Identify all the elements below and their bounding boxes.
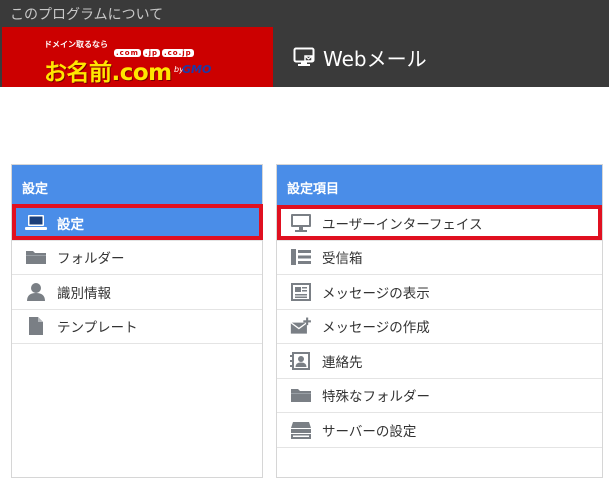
contact-card-icon [290, 351, 312, 371]
settings-items-panel: 設定項目 ユーザーインターフェイス 受信箱 メッセージの表示 メッセージの作成 … [276, 164, 603, 478]
pref-item-message-compose[interactable]: メッセージの作成 [277, 310, 602, 344]
settings-section-panel: 設定 設定 フォルダー 識別情報 テンプレート [11, 164, 263, 478]
section-item-label: テンプレート [57, 320, 138, 337]
pref-item-label: サーバーの設定 [322, 423, 417, 440]
pref-item-label: メッセージの作成 [322, 320, 430, 337]
document-icon [25, 316, 47, 336]
compose-envelope-icon [290, 316, 312, 336]
pref-item-label: 特殊なフォルダー [322, 389, 430, 406]
pref-item-label: ユーザーインターフェイス [322, 216, 483, 233]
about-program-link[interactable]: このプログラムについて [10, 4, 163, 24]
section-item-label: 設定 [57, 216, 84, 233]
logo-gmo: GMO [182, 63, 212, 76]
pref-item-label: 受信箱 [322, 251, 363, 268]
folder-icon [290, 385, 312, 405]
logo-name: お名前.com [44, 60, 172, 86]
message-view-icon [290, 282, 312, 302]
logo-tagline: ドメイン取るなら [44, 40, 108, 49]
section-item-templates[interactable]: テンプレート [12, 310, 262, 344]
pref-item-special-folders[interactable]: 特殊なフォルダー [277, 379, 602, 413]
person-icon [25, 282, 47, 302]
settings-panel-header: 設定 [12, 165, 262, 206]
pref-item-inbox[interactable]: 受信箱 [277, 241, 602, 275]
inbox-list-icon [290, 247, 312, 267]
pref-item-label: メッセージの表示 [322, 285, 430, 302]
section-item-settings[interactable]: 設定 [12, 206, 262, 241]
webmail-monitor-icon [293, 47, 315, 67]
pref-item-label: 連絡先 [322, 354, 363, 371]
app-title: Webメール [323, 47, 427, 71]
monitor-icon [290, 213, 312, 233]
pref-item-user-interface[interactable]: ユーザーインターフェイス [277, 206, 602, 241]
folder-icon [25, 247, 47, 267]
window-titlebar: このプログラムについて [0, 0, 609, 27]
section-item-folders[interactable]: フォルダー [12, 241, 262, 275]
pref-item-server-settings[interactable]: サーバーの設定 [277, 413, 602, 448]
section-item-identities[interactable]: 識別情報 [12, 275, 262, 310]
app-header: ドメイン取るなら .com .jp .co.jp お名前.com by GMO We… [0, 27, 609, 87]
settings-items-header: 設定項目 [277, 165, 602, 206]
pref-item-contacts[interactable]: 連絡先 [277, 344, 602, 379]
section-item-label: 識別情報 [57, 285, 111, 302]
laptop-icon [25, 213, 47, 233]
section-item-label: フォルダー [57, 251, 125, 268]
onamae-logo[interactable]: ドメイン取るなら .com .jp .co.jp お名前.com by GMO [2, 27, 273, 87]
pref-item-message-display[interactable]: メッセージの表示 [277, 275, 602, 310]
server-icon [290, 420, 312, 440]
